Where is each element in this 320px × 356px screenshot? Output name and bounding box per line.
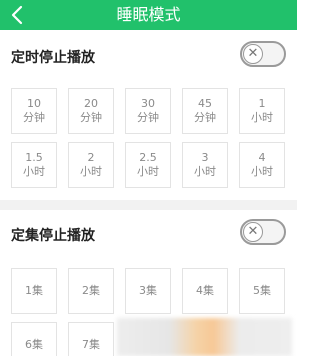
option-unit: 小时 xyxy=(251,111,273,124)
timer-option-3h[interactable]: 3 小时 xyxy=(182,142,228,188)
header-bar: 睡眠模式 xyxy=(0,0,297,30)
option-label: 7集 xyxy=(82,338,100,351)
close-icon: ✕ xyxy=(243,222,263,242)
page-title: 睡眠模式 xyxy=(116,5,181,24)
episode-option-2[interactable]: 2集 xyxy=(68,268,114,314)
timer-option-2h[interactable]: 2 小时 xyxy=(68,142,114,188)
episode-stop-title: 定集停止播放 xyxy=(11,228,95,244)
timer-option-1-5h[interactable]: 1.5 小时 xyxy=(11,142,57,188)
option-value: 30 xyxy=(141,97,155,110)
option-label: 5集 xyxy=(253,284,271,297)
option-value: 4 xyxy=(258,151,266,164)
option-unit: 分钟 xyxy=(80,111,102,124)
option-unit: 小时 xyxy=(194,165,216,178)
timer-option-1h[interactable]: 1 小时 xyxy=(239,88,285,134)
episode-option-1[interactable]: 1集 xyxy=(11,268,57,314)
episode-option-5[interactable]: 5集 xyxy=(239,268,285,314)
option-unit: 小时 xyxy=(80,165,102,178)
timer-stop-title: 定时停止播放 xyxy=(11,50,95,66)
timer-option-45min[interactable]: 45 分钟 xyxy=(182,88,228,134)
option-label: 3集 xyxy=(139,284,157,297)
option-label: 2集 xyxy=(82,284,100,297)
episode-option-6[interactable]: 6集 xyxy=(11,322,57,356)
timer-stop-section: 定时停止播放 ✕ 10 分钟 20 分钟 30 分钟 45 分钟 1 小时 1.… xyxy=(0,30,297,200)
blurred-overlay xyxy=(117,318,292,356)
option-unit: 小时 xyxy=(23,165,45,178)
timer-stop-toggle[interactable]: ✕ xyxy=(240,41,286,67)
timer-option-20min[interactable]: 20 分钟 xyxy=(68,88,114,134)
timer-option-30min[interactable]: 30 分钟 xyxy=(125,88,171,134)
option-label: 4集 xyxy=(196,284,214,297)
option-unit: 分钟 xyxy=(23,111,45,124)
option-value: 3 xyxy=(201,151,209,164)
option-label: 6集 xyxy=(25,338,43,351)
option-value: 2 xyxy=(87,151,95,164)
section-divider xyxy=(0,200,297,210)
episode-option-7[interactable]: 7集 xyxy=(68,322,114,356)
timer-option-10min[interactable]: 10 分钟 xyxy=(11,88,57,134)
option-value: 20 xyxy=(84,97,98,110)
option-unit: 小时 xyxy=(251,165,273,178)
episode-stop-toggle[interactable]: ✕ xyxy=(240,219,286,245)
option-unit: 分钟 xyxy=(194,111,216,124)
timer-option-2-5h[interactable]: 2.5 小时 xyxy=(125,142,171,188)
option-value: 10 xyxy=(27,97,41,110)
option-value: 2.5 xyxy=(139,151,157,164)
option-unit: 小时 xyxy=(137,165,159,178)
option-label: 1集 xyxy=(25,284,43,297)
episode-option-3[interactable]: 3集 xyxy=(125,268,171,314)
option-value: 1 xyxy=(258,97,266,110)
episode-stop-section: 定集停止播放 ✕ 1集 2集 3集 4集 5集 6集 7集 xyxy=(0,210,297,356)
episode-option-4[interactable]: 4集 xyxy=(182,268,228,314)
option-unit: 分钟 xyxy=(137,111,159,124)
option-value: 1.5 xyxy=(25,151,43,164)
close-icon: ✕ xyxy=(243,44,263,64)
option-value: 45 xyxy=(198,97,212,110)
timer-option-4h[interactable]: 4 小时 xyxy=(239,142,285,188)
